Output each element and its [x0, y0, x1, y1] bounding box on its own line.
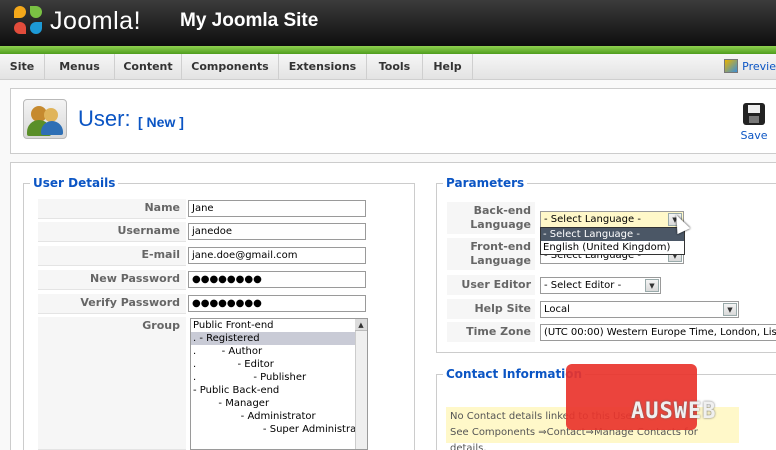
new-password-row: New Password ●●●●●●●● — [38, 270, 415, 290]
verify-password-row: Verify Password ●●●●●●●● — [38, 294, 415, 314]
menu-extensions[interactable]: Extensions — [279, 54, 367, 80]
frontend-language-label: Front-end Language — [447, 238, 535, 270]
backend-language-dropdown[interactable]: - Select Language - English (United King… — [540, 227, 685, 255]
preview-link[interactable]: Previe — [724, 59, 776, 73]
backend-language-label: Back-end Language — [447, 202, 535, 234]
verify-password-label: Verify Password — [38, 294, 186, 314]
page-title: User: — [78, 106, 131, 131]
group-option[interactable]: - Super Administrator — [191, 423, 367, 436]
menu-help[interactable]: Help — [423, 54, 473, 80]
menu-site[interactable]: Site — [0, 54, 45, 80]
username-label: Username — [38, 222, 186, 242]
backend-language-value: - Select Language - — [544, 214, 641, 225]
user-editor-select[interactable]: - Select Editor - ▼ — [540, 277, 661, 294]
email-row: E-mail jane.doe@gmail.com — [38, 246, 415, 266]
name-row: Name Jane — [38, 199, 415, 219]
user-editor-label: User Editor — [447, 275, 535, 295]
menu-tools[interactable]: Tools — [367, 54, 423, 80]
parameters-legend: Parameters — [443, 176, 528, 190]
dropdown-option-select-language[interactable]: - Select Language - — [541, 228, 684, 241]
group-label: Group — [38, 317, 186, 450]
name-input[interactable]: Jane — [188, 200, 366, 217]
header-accent-strip — [0, 46, 776, 54]
email-input[interactable]: jane.doe@gmail.com — [188, 247, 366, 264]
chevron-down-icon[interactable]: ▼ — [723, 303, 737, 316]
group-listbox[interactable]: Public Front-end . - Registered . - Auth… — [190, 318, 368, 450]
preview-icon — [724, 59, 739, 73]
group-option[interactable]: - Administrator — [191, 410, 367, 423]
time-zone-value: (UTC 00:00) Western Europe Time, London,… — [544, 327, 776, 338]
username-row: Username janedoe — [38, 222, 415, 242]
group-option[interactable]: - Manager — [191, 397, 367, 410]
name-label: Name — [38, 199, 186, 219]
group-option[interactable]: - Public Back-end — [191, 384, 367, 397]
group-option[interactable]: . - Editor — [191, 358, 367, 371]
username-input[interactable]: janedoe — [188, 223, 366, 240]
new-password-label: New Password — [38, 270, 186, 290]
group-option[interactable]: . - Author — [191, 345, 367, 358]
time-zone-select[interactable]: (UTC 00:00) Western Europe Time, London,… — [540, 324, 776, 341]
group-option[interactable]: . - Publisher — [191, 371, 367, 384]
chevron-down-icon[interactable]: ▼ — [645, 279, 659, 292]
watermark-text: AUSWEB — [631, 399, 717, 424]
save-icon — [743, 103, 765, 125]
new-password-input[interactable]: ●●●●●●●● — [188, 271, 366, 288]
joomla-logo: Joomla! — [14, 6, 141, 36]
help-site-select[interactable]: Local ▼ — [540, 301, 739, 318]
scroll-up-arrow-icon[interactable]: ▲ — [355, 319, 367, 331]
help-site-value: Local — [544, 304, 570, 315]
contact-legend: Contact Information — [443, 367, 586, 381]
menu-content[interactable]: Content — [115, 54, 182, 80]
page-toolbar: User: [ New ] Save — [10, 88, 776, 154]
site-name: My Joomla Site — [180, 10, 319, 31]
group-scrollbar[interactable]: ▲ — [355, 319, 367, 449]
menu-components[interactable]: Components — [182, 54, 279, 80]
time-zone-label: Time Zone — [447, 322, 535, 342]
page-subtitle: [ New ] — [138, 114, 184, 130]
help-site-label: Help Site — [447, 299, 535, 319]
user-details-legend: User Details — [30, 176, 119, 190]
backend-language-select[interactable]: - Select Language - ▼ — [540, 211, 684, 228]
preview-label: Previe — [742, 59, 776, 73]
user-editor-value: - Select Editor - — [544, 280, 622, 291]
logo-text: Joomla! — [50, 6, 142, 35]
group-option-selected[interactable]: . - Registered — [191, 332, 367, 345]
menu-menus[interactable]: Menus — [45, 54, 115, 80]
dropdown-option-english-uk[interactable]: English (United Kingdom) — [541, 241, 684, 254]
group-option[interactable]: Public Front-end — [191, 319, 367, 332]
admin-header: Joomla! My Joomla Site — [0, 0, 776, 46]
save-label: Save — [740, 129, 768, 142]
email-label: E-mail — [38, 246, 186, 266]
main-menu-bar: Site Menus Content Components Extensions… — [0, 54, 776, 80]
user-icon — [23, 99, 67, 139]
save-button[interactable]: Save — [731, 103, 776, 142]
verify-password-input[interactable]: ●●●●●●●● — [188, 295, 366, 312]
joomla-logo-icon — [14, 6, 44, 36]
